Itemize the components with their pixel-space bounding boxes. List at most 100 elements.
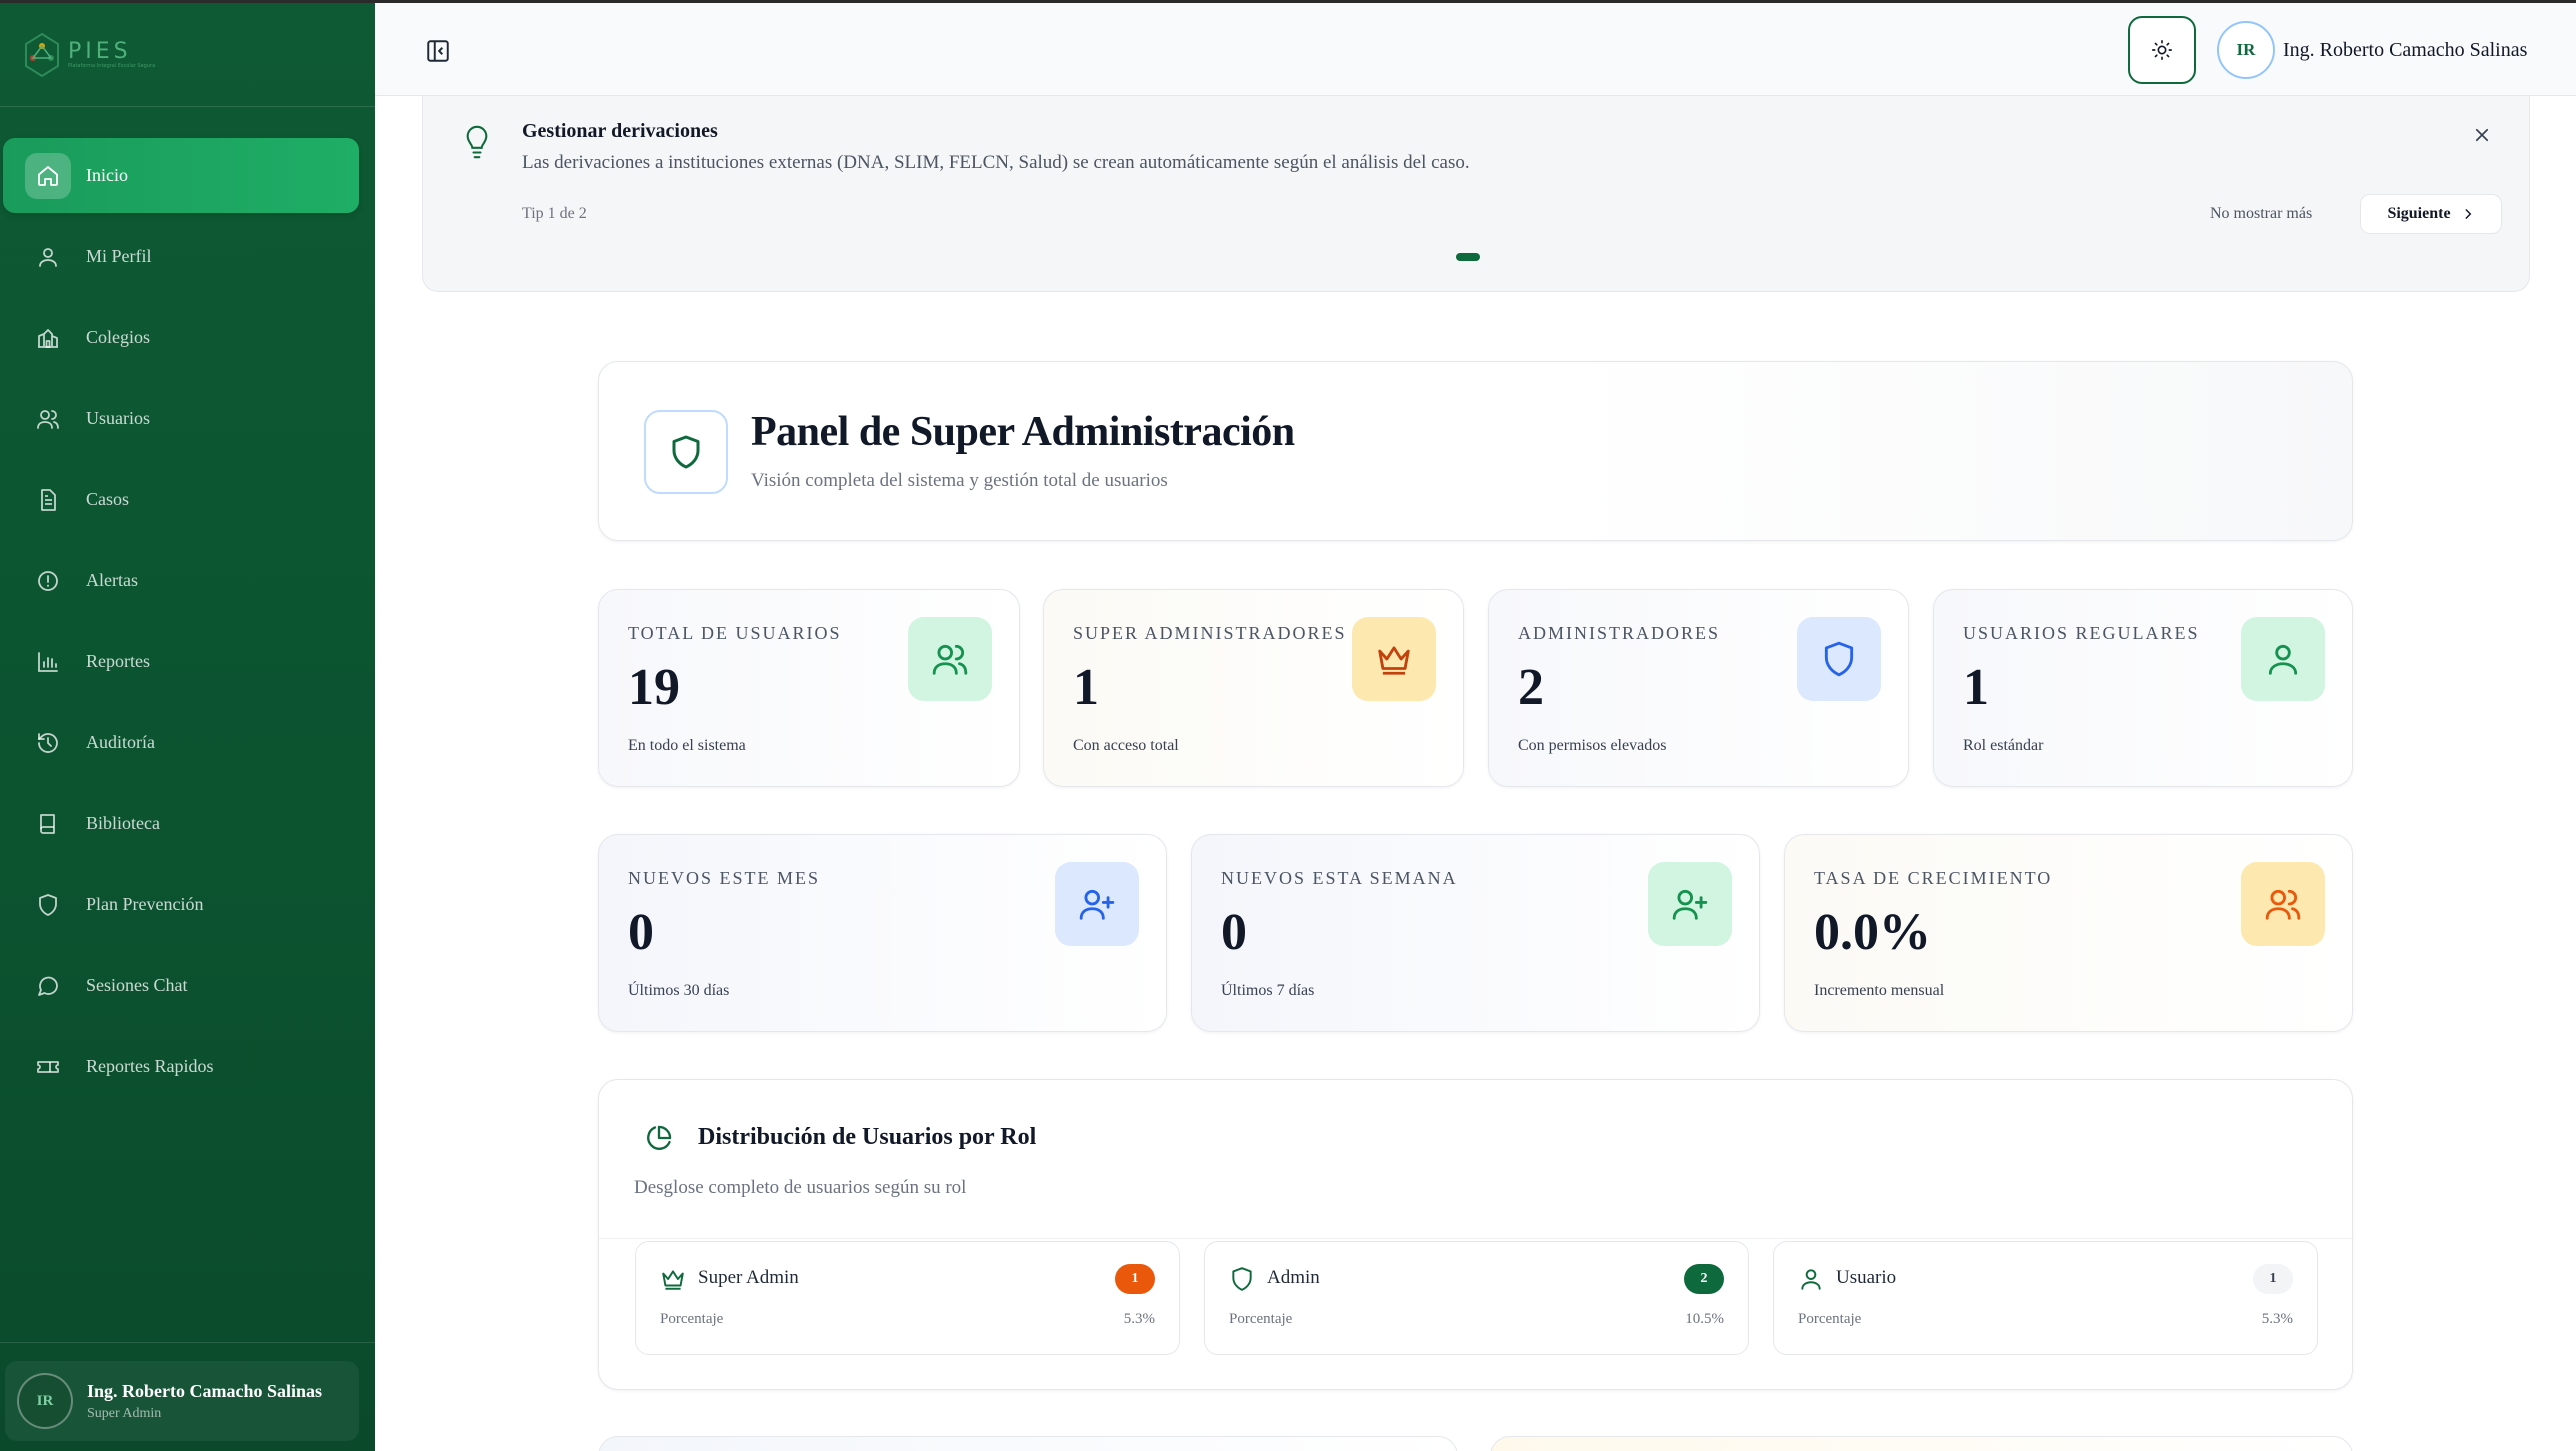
topbar: IR Ing. Roberto Camacho Salinas (375, 0, 2576, 96)
page-subtitle: Visión completa del sistema y gestión to… (751, 470, 1168, 491)
dont-show-again-link[interactable]: No mostrar más (2210, 205, 2312, 223)
page-header-card: Panel de Super Administración Visión com… (598, 361, 2353, 541)
user-name[interactable]: Ing. Roberto Camacho Salinas (2283, 39, 2527, 62)
user-icon (36, 245, 60, 269)
stat-value: 0.0% (1814, 904, 1931, 961)
percentage-label: Porcentaje (1798, 1311, 1862, 1327)
sidebar-item-label: Inicio (86, 165, 128, 185)
stat-footnote: Últimos 7 días (1221, 982, 1315, 999)
users-icon (36, 407, 60, 431)
count-badge: 2 (1684, 1264, 1724, 1294)
sidebar-divider (0, 1342, 375, 1343)
count-badge: 1 (1115, 1264, 1155, 1294)
section-title: Distribución de Usuarios por Rol (698, 1124, 1037, 1150)
crown-icon (660, 1266, 686, 1292)
sidebar-item-mi-perfil[interactable]: Mi Perfil (3, 219, 359, 294)
sidebar-user-card[interactable]: IR Ing. Roberto Camacho Salinas Super Ad… (5, 1361, 359, 1441)
divider (599, 1238, 2354, 1239)
sidebar-item-sesiones-chat[interactable]: Sesiones Chat (3, 948, 359, 1023)
user-plus-icon (1055, 862, 1139, 946)
role-card-usuario[interactable]: Usuario 1 Porcentaje 5.3% (1773, 1241, 2318, 1355)
sidebar-item-label: Colegios (86, 327, 151, 347)
user-icon (2241, 617, 2325, 701)
stat-card-regular-users: USUARIOS REGULARES 1 Rol estándar (1933, 589, 2353, 787)
shield-icon (36, 893, 60, 917)
stat-label: SUPER ADMINISTRADORES (1073, 623, 1347, 643)
next-tip-button[interactable]: Siguiente (2360, 194, 2502, 234)
stat-value: 1 (1963, 659, 1989, 716)
tip-title: Gestionar derivaciones (522, 120, 718, 142)
users-icon (2241, 862, 2325, 946)
stat-label: ADMINISTRADORES (1518, 623, 1721, 643)
sidebar-item-label: Alertas (86, 570, 138, 590)
logo[interactable]: PIES Plataforma Integral Escolar Segura (22, 32, 155, 78)
sidebar-item-usuarios[interactable]: Usuarios (3, 381, 359, 456)
percentage-label: Porcentaje (660, 1311, 724, 1327)
sidebar-item-reportes[interactable]: Reportes (3, 624, 359, 699)
stat-card-total-users: TOTAL DE USUARIOS 19 En todo el sistema (598, 589, 1020, 787)
sun-icon (2152, 40, 2172, 60)
count-badge: 1 (2253, 1264, 2293, 1294)
next-section-card (598, 1436, 1458, 1451)
bar-chart-icon (36, 650, 60, 674)
chevron-right-icon (2465, 209, 2471, 219)
stat-footnote: Incremento mensual (1814, 982, 1945, 999)
sidebar-item-plan-prevencion[interactable]: Plan Prevención (3, 867, 359, 942)
sidebar-item-label: Reportes Rapidos (86, 1056, 214, 1076)
stat-card-new-this-month: NUEVOS ESTE MES 0 Últimos 30 días (598, 834, 1167, 1032)
avatar[interactable]: IR (2217, 21, 2275, 79)
stat-card-new-this-week: NUEVOS ESTA SEMANA 0 Últimos 7 días (1191, 834, 1760, 1032)
sidebar-item-biblioteca[interactable]: Biblioteca (3, 786, 359, 861)
stat-value: 1 (1073, 659, 1099, 716)
stat-footnote: Con acceso total (1073, 737, 1179, 754)
sidebar-item-label: Biblioteca (86, 813, 160, 833)
logo-emblem-icon (25, 32, 59, 77)
next-section-card (1490, 1436, 2353, 1451)
stat-value: 0 (1221, 904, 1247, 961)
stat-footnote: Rol estándar (1963, 737, 2044, 754)
logo-area: PIES Plataforma Integral Escolar Segura (0, 3, 375, 107)
role-distribution-card: Distribución de Usuarios por Rol Desglos… (598, 1079, 2354, 1390)
shield-icon (1797, 617, 1881, 701)
role-name: Usuario (1836, 1267, 1897, 1288)
role-name: Admin (1267, 1267, 1320, 1288)
sidebar-toggle-icon[interactable] (425, 38, 451, 64)
tip-banner: Gestionar derivaciones Las derivaciones … (422, 96, 2530, 292)
sidebar-nav: Inicio Mi Perfil Colegios Usuarios Casos (0, 138, 375, 1110)
tip-pagination-dot[interactable] (1456, 253, 1480, 261)
theme-toggle-button[interactable] (2128, 16, 2196, 84)
history-icon (36, 731, 60, 755)
close-icon[interactable] (2473, 126, 2491, 144)
message-circle-icon (36, 974, 60, 998)
stat-card-super-admins: SUPER ADMINISTRADORES 1 Con acceso total (1043, 589, 1464, 787)
sidebar-user-name: Ing. Roberto Camacho Salinas (87, 1380, 323, 1401)
sidebar-item-label: Mi Perfil (86, 246, 152, 266)
page-title: Panel de Super Administración (751, 409, 1295, 455)
sidebar-item-colegios[interactable]: Colegios (3, 300, 359, 375)
logo-subtitle: Plataforma Integral Escolar Segura (68, 62, 156, 69)
section-subtitle: Desglose completo de usuarios según su r… (634, 1177, 967, 1198)
sidebar-item-casos[interactable]: Casos (3, 462, 359, 537)
role-card-super-admin[interactable]: Super Admin 1 Porcentaje 5.3% (635, 1241, 1180, 1355)
sidebar-item-reportes-rapidos[interactable]: Reportes Rapidos (3, 1029, 359, 1104)
sidebar-item-alertas[interactable]: Alertas (3, 543, 359, 618)
role-card-admin[interactable]: Admin 2 Porcentaje 10.5% (1204, 1241, 1749, 1355)
home-icon (25, 152, 71, 199)
crown-icon (1352, 617, 1436, 701)
role-name: Super Admin (698, 1267, 799, 1288)
percentage-value: 5.3% (1123, 1311, 1155, 1327)
sidebar-item-label: Reportes (86, 651, 150, 671)
sidebar-item-auditoria[interactable]: Auditoría (3, 705, 359, 780)
next-tip-label: Siguiente (2387, 205, 2451, 222)
percentage-value: 5.3% (2261, 1311, 2293, 1327)
sidebar-user-role: Super Admin (87, 1405, 162, 1421)
stat-label: USUARIOS REGULARES (1963, 623, 2200, 643)
sidebar-item-label: Plan Prevención (86, 894, 204, 914)
stat-label: TASA DE CRECIMIENTO (1814, 868, 2053, 888)
logo-text: PIES (68, 38, 132, 64)
shield-icon (1229, 1266, 1255, 1292)
stat-footnote: Con permisos elevados (1518, 737, 1667, 754)
tip-text: Las derivaciones a instituciones externa… (522, 152, 1470, 173)
users-icon (908, 617, 992, 701)
sidebar-item-inicio[interactable]: Inicio (3, 138, 359, 213)
